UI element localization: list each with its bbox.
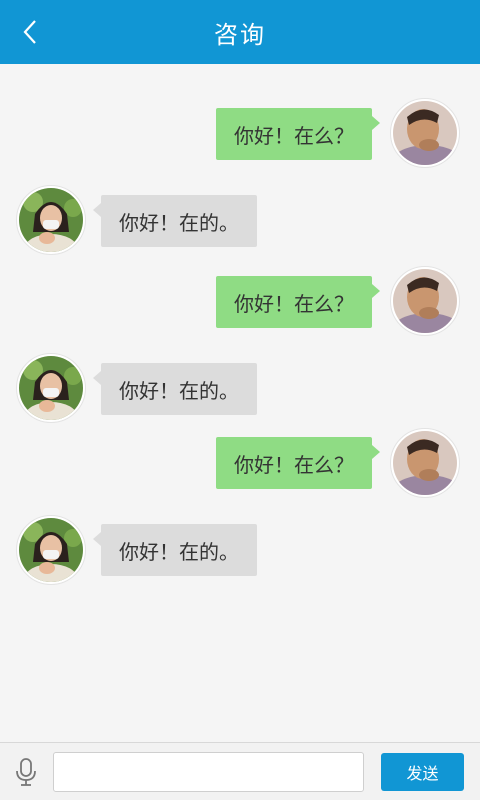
- back-button[interactable]: [12, 14, 48, 50]
- message-text: 你好！在的。: [119, 539, 239, 564]
- user-avatar[interactable]: [390, 428, 460, 498]
- microphone-icon: [16, 758, 36, 786]
- voice-button[interactable]: [10, 755, 42, 789]
- send-button[interactable]: 发送: [381, 753, 464, 791]
- man-avatar-icon: [393, 431, 457, 495]
- user-avatar[interactable]: [390, 266, 460, 336]
- chevron-left-icon: [23, 20, 36, 44]
- user-avatar[interactable]: [390, 98, 460, 168]
- man-avatar-icon: [393, 101, 457, 165]
- input-bar: 发送: [0, 742, 480, 800]
- message-bubble-received[interactable]: 你好！在的。: [93, 195, 257, 247]
- doctor-avatar[interactable]: [16, 185, 86, 255]
- message-bubble-received[interactable]: 你好！在的。: [93, 524, 257, 576]
- message-bubble-sent[interactable]: 你好！在么？: [216, 276, 380, 328]
- doctor-avatar[interactable]: [16, 353, 86, 423]
- woman-avatar-icon: [19, 518, 83, 582]
- page-title: 咨询: [214, 20, 266, 49]
- message-text: 你好！在么？: [234, 291, 354, 316]
- man-avatar-icon: [393, 269, 457, 333]
- message-text: 你好！在么？: [234, 452, 354, 477]
- message-text: 你好！在的。: [119, 378, 239, 403]
- doctor-avatar[interactable]: [16, 515, 86, 585]
- message-input[interactable]: [53, 752, 364, 792]
- woman-avatar-icon: [19, 356, 83, 420]
- message-bubble-sent[interactable]: 你好！在么？: [216, 108, 380, 160]
- message-text: 你好！在的。: [119, 210, 239, 235]
- header-bar: 咨询: [0, 0, 480, 64]
- chat-area: 你好！在么？ 你好！在的。 你好！在么？ 你好！在的。 你好！在么？ 你好！在的…: [0, 64, 480, 742]
- woman-avatar-icon: [19, 188, 83, 252]
- message-bubble-sent[interactable]: 你好！在么？: [216, 437, 380, 489]
- message-bubble-received[interactable]: 你好！在的。: [93, 363, 257, 415]
- message-text: 你好！在么？: [234, 123, 354, 148]
